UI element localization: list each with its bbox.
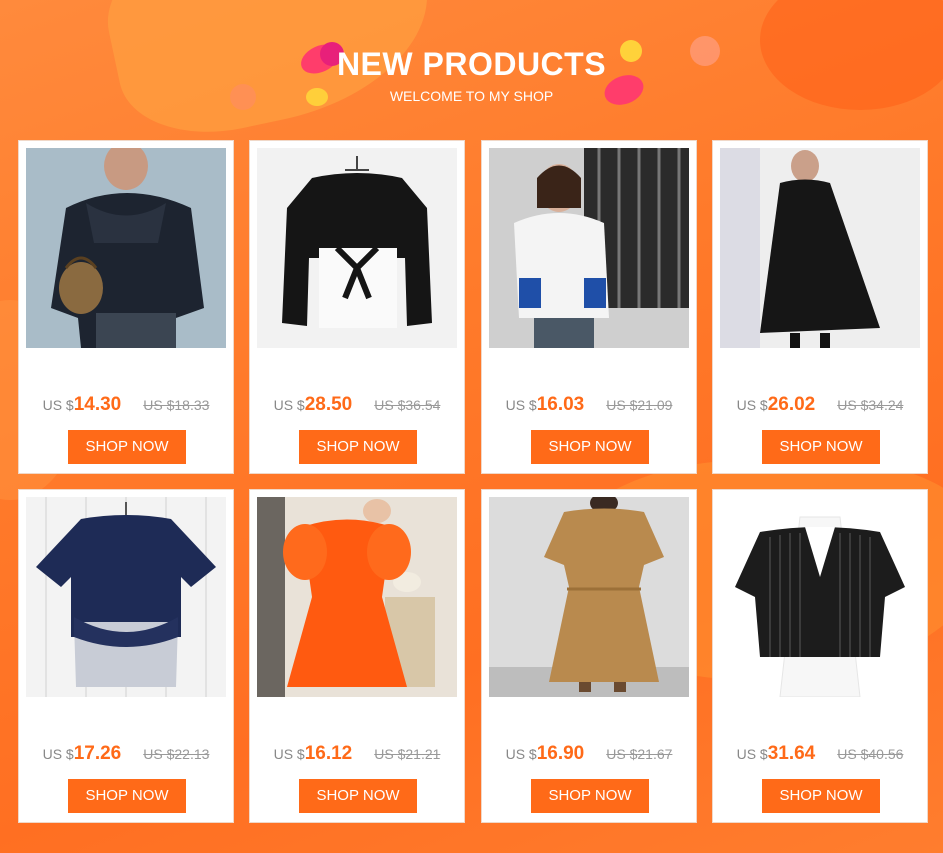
price-line: US $16.90 US $21.67	[482, 743, 696, 765]
price-line: US $16.12 US $21.21	[250, 743, 464, 765]
shop-now-button[interactable]: SHOP NOW	[762, 779, 880, 813]
promo-banner: NEW PRODUCTS WELCOME TO MY SHOP US $14.3…	[0, 0, 943, 853]
shop-now-button[interactable]: SHOP NOW	[68, 779, 186, 813]
currency-label: US $	[505, 746, 537, 762]
currency-label: US $	[505, 397, 537, 413]
product-image-ruffled-blouse[interactable]	[26, 148, 226, 348]
product-image-pinstripe-vest[interactable]	[720, 497, 920, 697]
original-price: US $21.21	[374, 746, 441, 762]
banner-header: NEW PRODUCTS WELCOME TO MY SHOP	[0, 38, 943, 104]
product-card[interactable]: US $14.30 US $18.33 SHOP NOW	[18, 140, 234, 474]
price-line: US $16.03 US $21.09	[482, 394, 696, 416]
page-subtitle: WELCOME TO MY SHOP	[389, 88, 554, 104]
original-price: US $34.24	[837, 397, 904, 413]
currency-label: US $	[736, 397, 768, 413]
original-price: US $22.13	[143, 746, 210, 762]
shop-now-button[interactable]: SHOP NOW	[68, 430, 186, 464]
price-line: US $14.30 US $18.33	[19, 394, 233, 416]
product-image-khaki-dress[interactable]	[489, 497, 689, 697]
sale-price: 26.02	[767, 394, 816, 415]
product-card[interactable]: US $16.90 US $21.67 SHOP NOW	[481, 489, 697, 823]
product-card[interactable]: US $16.03 US $21.09 SHOP NOW	[481, 140, 697, 474]
product-image-white-blazer[interactable]	[489, 148, 689, 348]
sale-price: 28.50	[304, 394, 353, 415]
currency-label: US $	[273, 397, 305, 413]
sale-price: 14.30	[73, 394, 122, 415]
original-price: US $36.54	[374, 397, 441, 413]
price-line: US $17.26 US $22.13	[19, 743, 233, 765]
shop-now-button[interactable]: SHOP NOW	[762, 430, 880, 464]
original-price: US $18.33	[143, 397, 210, 413]
product-image-orange-dress[interactable]	[257, 497, 457, 697]
price-line: US $28.50 US $36.54	[250, 394, 464, 416]
original-price: US $40.56	[837, 746, 904, 762]
page-title: NEW PRODUCTS	[336, 46, 607, 82]
product-card[interactable]: US $16.12 US $21.21 SHOP NOW	[249, 489, 465, 823]
sale-price: 16.03	[536, 394, 585, 415]
sale-price: 31.64	[767, 743, 816, 764]
product-image-navy-tee[interactable]	[26, 497, 226, 697]
currency-label: US $	[42, 397, 74, 413]
shop-now-button[interactable]: SHOP NOW	[531, 430, 649, 464]
original-price: US $21.67	[606, 746, 673, 762]
product-card[interactable]: US $26.02 US $34.24 SHOP NOW	[712, 140, 928, 474]
currency-label: US $	[736, 746, 768, 762]
product-image-black-sweatshirt[interactable]	[257, 148, 457, 348]
product-image-black-dress[interactable]	[720, 148, 920, 348]
price-line: US $26.02 US $34.24	[713, 394, 927, 416]
sale-price: 16.90	[536, 743, 585, 764]
product-card[interactable]: US $17.26 US $22.13 SHOP NOW	[18, 489, 234, 823]
shop-now-button[interactable]: SHOP NOW	[299, 430, 417, 464]
shop-now-button[interactable]: SHOP NOW	[299, 779, 417, 813]
sale-price: 16.12	[304, 743, 353, 764]
product-card[interactable]: US $31.64 US $40.56 SHOP NOW	[712, 489, 928, 823]
currency-label: US $	[42, 746, 74, 762]
product-card[interactable]: US $28.50 US $36.54 SHOP NOW	[249, 140, 465, 474]
shop-now-button[interactable]: SHOP NOW	[531, 779, 649, 813]
sale-price: 17.26	[73, 743, 122, 764]
original-price: US $21.09	[606, 397, 673, 413]
price-line: US $31.64 US $40.56	[713, 743, 927, 765]
currency-label: US $	[273, 746, 305, 762]
